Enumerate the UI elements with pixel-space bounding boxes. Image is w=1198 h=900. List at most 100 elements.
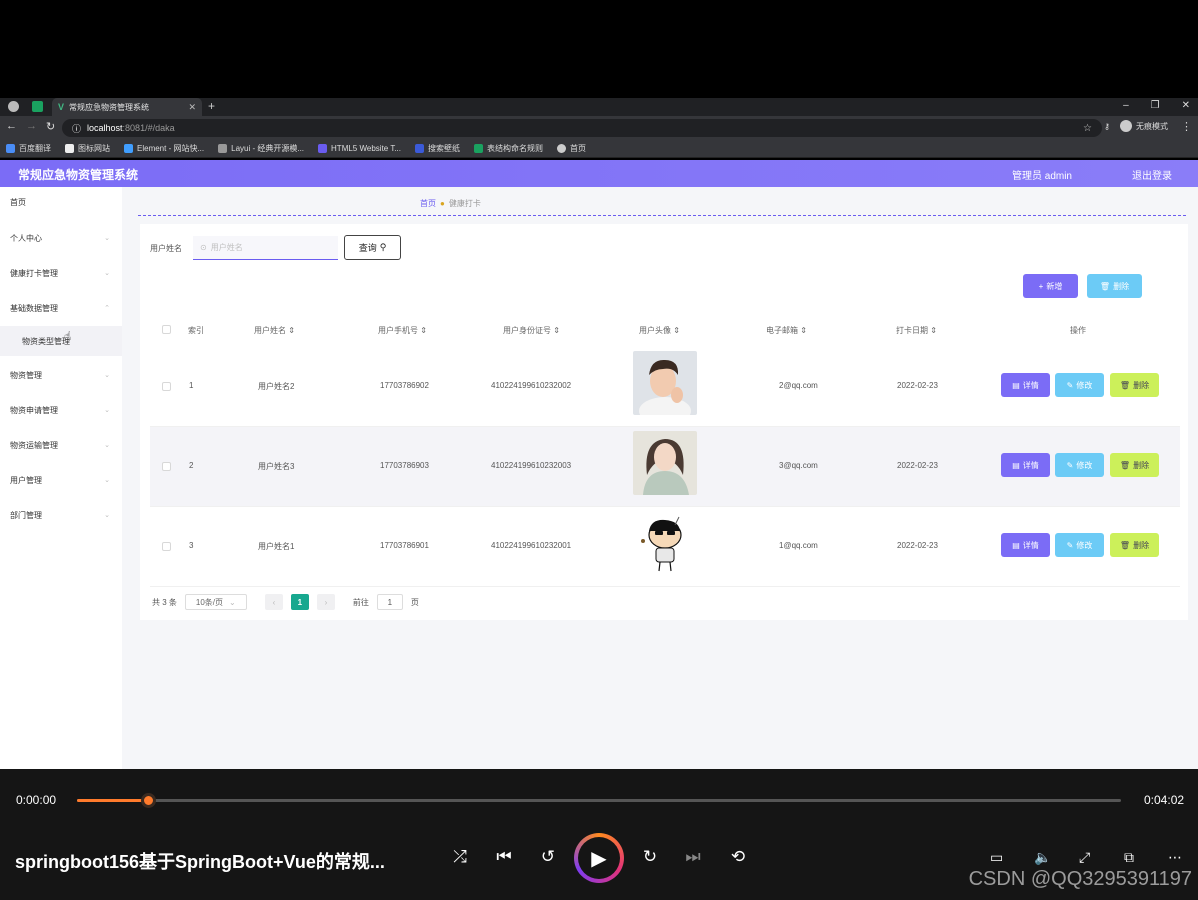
volume-icon[interactable]: 🔈 [1034,849,1051,866]
table-row: 2 用户姓名3 17703786903 410224199610232003 3… [150,427,1180,507]
pinned-tab-icon[interactable] [32,101,43,112]
trash-icon: 🗑 [1119,380,1131,390]
incognito-profile[interactable]: ⚷ 无痕模式 [1104,120,1168,132]
back-icon[interactable]: ← [6,120,17,132]
detail-button[interactable]: ▤ 详情 [1001,453,1050,477]
app-window: 常规应急物资管理系统 管理员 admin 退出登录 首页 个人中心 ⌄ 健康打卡管… [0,160,1198,769]
breadcrumb-home[interactable]: 首页 [420,198,436,209]
close-window-icon[interactable]: ✕ [1182,100,1190,111]
delete-button[interactable]: 🗑 删除 [1110,453,1159,477]
trash-icon: 🗑 [1119,460,1131,470]
seek-handle[interactable] [140,793,156,808]
forward-30-icon[interactable]: ↻ [638,847,662,867]
reload-icon[interactable]: ↻ [46,120,55,133]
search-placeholder: 用户姓名 [210,243,243,252]
edit-button[interactable]: ✎ 修改 [1055,533,1104,557]
bookmark-item[interactable]: 首页 [556,143,586,154]
select-all-checkbox[interactable] [162,325,171,334]
cell-phone: 17703786903 [380,461,429,470]
detail-button[interactable]: ▤ 详情 [1001,373,1050,397]
forward-icon[interactable]: → [26,120,37,132]
column-header[interactable]: 用户手机号 ⇕ [378,325,427,336]
seek-bar-progress [77,799,148,802]
repeat-off-icon[interactable]: ⟲ [726,847,750,867]
edit-button[interactable]: ✎ 修改 [1055,453,1104,477]
bookmark-item[interactable]: 搜索壁纸 [414,143,460,154]
sidebar-item-basic-data[interactable]: 基础数据管理 ⌃ [0,293,122,323]
duration: 0:04:02 [1144,793,1185,807]
search-button[interactable]: 查询 ⚲ [344,235,401,260]
sort-icon: ⇕ [673,326,680,335]
add-button[interactable]: + 新增 [1023,274,1078,298]
bookmark-item[interactable]: 图标网站 [65,143,110,154]
column-header[interactable]: 打卡日期 ⇕ [896,325,937,336]
chevron-down-icon: ⌄ [104,442,110,449]
sidebar-item-profile[interactable]: 个人中心 ⌄ [0,223,122,253]
minimize-icon[interactable]: – [1123,100,1129,111]
browser-tab-active[interactable]: V 常规应急物资管理系统 ✕ [52,98,202,116]
sort-icon: ⇕ [800,326,807,335]
seek-bar[interactable] [77,793,1121,808]
new-tab-button[interactable]: + [208,99,215,113]
bookmark-item[interactable]: Element - 网站快... [124,143,204,154]
mini-player-icon[interactable]: ⧉ [1124,849,1134,866]
sidebar-item-material-apply[interactable]: 物资申请管理 ⌄ [0,395,122,425]
rewind-10-icon[interactable]: ↺ [536,847,560,867]
avatar[interactable] [633,351,697,415]
column-header[interactable]: 电子邮箱 ⇕ [766,325,807,336]
bookmark-item[interactable]: 表结构命名规则 [473,143,543,154]
next-icon[interactable]: ⏭ [681,847,705,867]
more-options-icon[interactable]: ⋯ [1168,849,1182,866]
sidebar-item-home[interactable]: 首页 [0,187,122,217]
sort-icon: ⇕ [288,326,295,335]
prev-page-button[interactable]: ‹ [264,594,283,610]
row-checkbox[interactable] [162,542,171,551]
previous-icon[interactable]: ⏮ [492,847,516,867]
detail-button[interactable]: ▤ 详情 [1001,533,1050,557]
bookmark-item[interactable]: 百度翻译 [6,143,51,154]
browser-more-icon[interactable]: ⋮ [1181,120,1192,133]
url-field[interactable]: ⓘ localhost:8081/#/daka ☆ [62,119,1102,137]
sidebar-item-material-type[interactable]: 物资类型管理 [0,326,122,356]
close-tab-icon[interactable]: ✕ [188,102,196,113]
page-number[interactable]: 1 [290,594,309,610]
row-checkbox[interactable] [162,382,171,391]
sidebar-item-departments[interactable]: 部门管理 ⌄ [0,500,122,530]
avatar[interactable] [633,431,697,495]
logout-link[interactable]: 退出登录 [1132,167,1172,182]
row-checkbox[interactable] [162,462,171,471]
cell-name: 用户姓名1 [258,542,295,551]
fullscreen-icon[interactable]: ⤢ [1079,849,1090,866]
delete-button[interactable]: 🗑 删除 [1110,373,1159,397]
delete-button[interactable]: 🗑 删除 [1110,533,1159,557]
document-icon: ▤ [1012,540,1020,550]
play-button[interactable]: ▶ [574,833,624,883]
pencil-icon: ✎ [1066,540,1074,550]
bookmark-star-icon[interactable]: ☆ [1083,123,1092,134]
search-label: 用户姓名 [150,244,182,253]
column-header[interactable]: 用户头像 ⇕ [639,325,680,336]
maximize-icon[interactable]: ❐ [1151,100,1160,111]
next-page-button[interactable]: › [316,594,335,610]
avatar[interactable] [633,511,697,575]
search-input[interactable]: ⊙ 用户姓名 [193,236,338,260]
sidebar-item-materials[interactable]: 物资管理 ⌄ [0,360,122,390]
column-header[interactable]: 用户姓名 ⇕ [254,325,295,336]
bookmark-item[interactable]: Layui - 经典开源模... [218,143,304,154]
browser-menu-icon[interactable] [8,101,19,112]
shuffle-icon[interactable]: ⤮ [448,847,472,867]
bookmark-item[interactable]: HTML5 Website T... [318,144,401,153]
pagination-total: 共 3 条 [152,597,177,607]
column-header[interactable]: 用户身份证号 ⇕ [503,325,560,336]
sidebar-item-users[interactable]: 用户管理 ⌄ [0,465,122,495]
pencil-icon: ✎ [1066,380,1074,390]
edit-button[interactable]: ✎ 修改 [1055,373,1104,397]
goto-page-input[interactable]: 1 [376,594,403,610]
window-controls: – ❐ ✕ [1123,100,1190,111]
subtitles-icon[interactable]: ▭ [990,849,1003,866]
page-size-select[interactable]: 10条/页 ⌄ [184,594,247,610]
column-header: 操作 [1070,326,1086,335]
sidebar-item-material-transport[interactable]: 物资运输管理 ⌄ [0,430,122,460]
sidebar-item-health-checkin[interactable]: 健康打卡管理 ⌄ [0,258,122,288]
batch-delete-button[interactable]: 🗑 删除 [1087,274,1142,298]
